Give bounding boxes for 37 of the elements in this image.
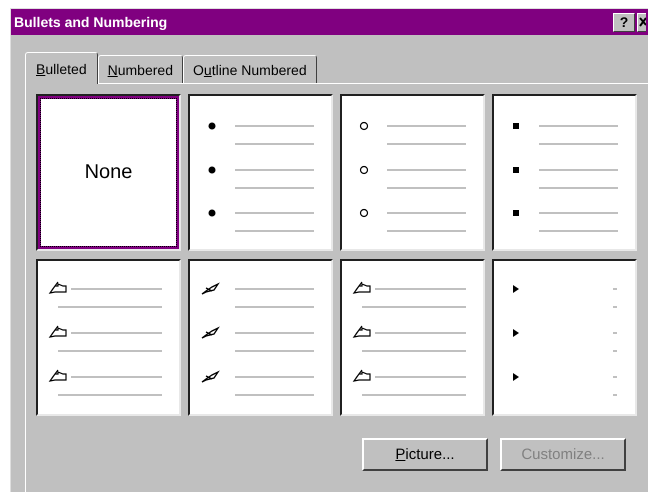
- bullet-icon: [49, 369, 67, 382]
- bullet-icon: [49, 325, 67, 338]
- help-button[interactable]: ?: [613, 12, 635, 32]
- window-title: Bullets and Numbering: [14, 14, 168, 30]
- tab[interactable]: Numbered: [98, 55, 183, 83]
- bullet-style-option[interactable]: [340, 94, 485, 251]
- bullet-style-option[interactable]: [188, 259, 333, 416]
- tab[interactable]: Outline Numbered: [183, 55, 317, 83]
- bullet-icon: [360, 166, 368, 174]
- bullet-icon: [513, 210, 519, 216]
- bullet-icon: [513, 123, 519, 129]
- bullet-style-option[interactable]: [36, 259, 181, 416]
- bullet-icon: [353, 281, 371, 294]
- bullet-style-option[interactable]: [492, 259, 637, 416]
- bullet-icon: [360, 208, 368, 218]
- bullet-icon: [513, 285, 519, 293]
- bullet-icon: [49, 281, 67, 294]
- picture-button[interactable]: Picture...: [362, 438, 488, 471]
- bullet-icon: [208, 122, 216, 130]
- close-button[interactable]: [637, 12, 646, 32]
- bullet-icon: [513, 167, 519, 173]
- bullet-style-option[interactable]: [492, 94, 637, 251]
- close-icon: [639, 16, 646, 28]
- tab[interactable]: Bulleted: [25, 52, 98, 84]
- bullet-icon: [201, 282, 220, 295]
- bullet-icon: [360, 122, 368, 130]
- bullet-style-option[interactable]: [188, 94, 333, 251]
- bullet-icon: [208, 210, 216, 216]
- bullet-icon: [513, 373, 519, 381]
- bullet-icon: [201, 326, 220, 339]
- bullet-style-option[interactable]: [340, 259, 485, 416]
- bullet-icon: [208, 166, 216, 174]
- none-option[interactable]: None: [36, 94, 181, 251]
- bullet-icon: [353, 325, 371, 338]
- bullet-icon: [513, 329, 519, 337]
- bullet-icon: [201, 370, 220, 383]
- bullet-icon: [353, 369, 371, 382]
